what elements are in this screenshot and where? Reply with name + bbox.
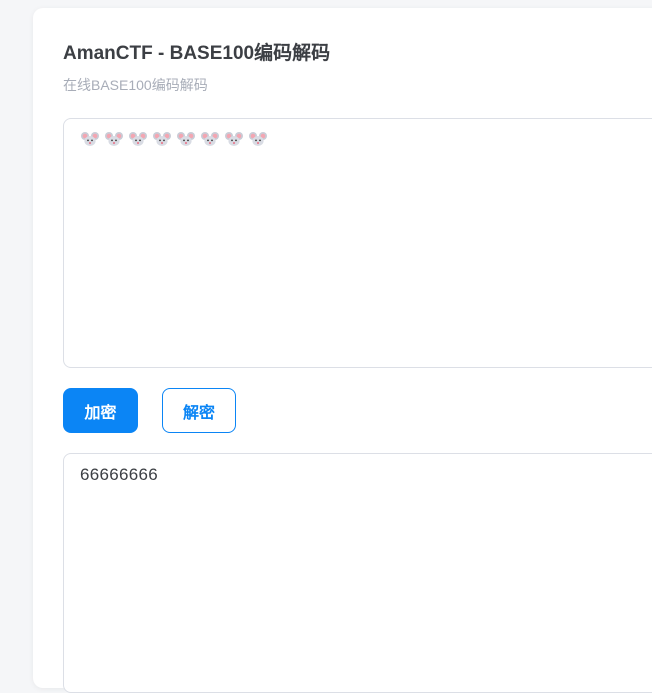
encrypt-button[interactable]: 加密 <box>63 388 138 433</box>
mouse-face-icon <box>249 131 267 147</box>
mouse-face-icon <box>153 131 171 147</box>
input-emoji-content <box>81 131 267 147</box>
input-textarea[interactable] <box>63 118 652 368</box>
output-textarea[interactable]: 66666666 <box>63 453 652 693</box>
mouse-face-icon <box>81 131 99 147</box>
mouse-face-icon <box>105 131 123 147</box>
mouse-face-icon <box>225 131 243 147</box>
mouse-face-icon <box>177 131 195 147</box>
converter-card: AmanCTF - BASE100编码解码 在线BASE100编码解码 加密 解… <box>33 8 652 693</box>
page-title: AmanCTF - BASE100编码解码 <box>63 43 331 64</box>
output-value: 66666666 <box>80 465 159 484</box>
mouse-face-icon <box>201 131 219 147</box>
decrypt-button[interactable]: 解密 <box>162 388 236 433</box>
mouse-face-icon <box>129 131 147 147</box>
page-subtitle: 在线BASE100编码解码 <box>63 77 208 93</box>
